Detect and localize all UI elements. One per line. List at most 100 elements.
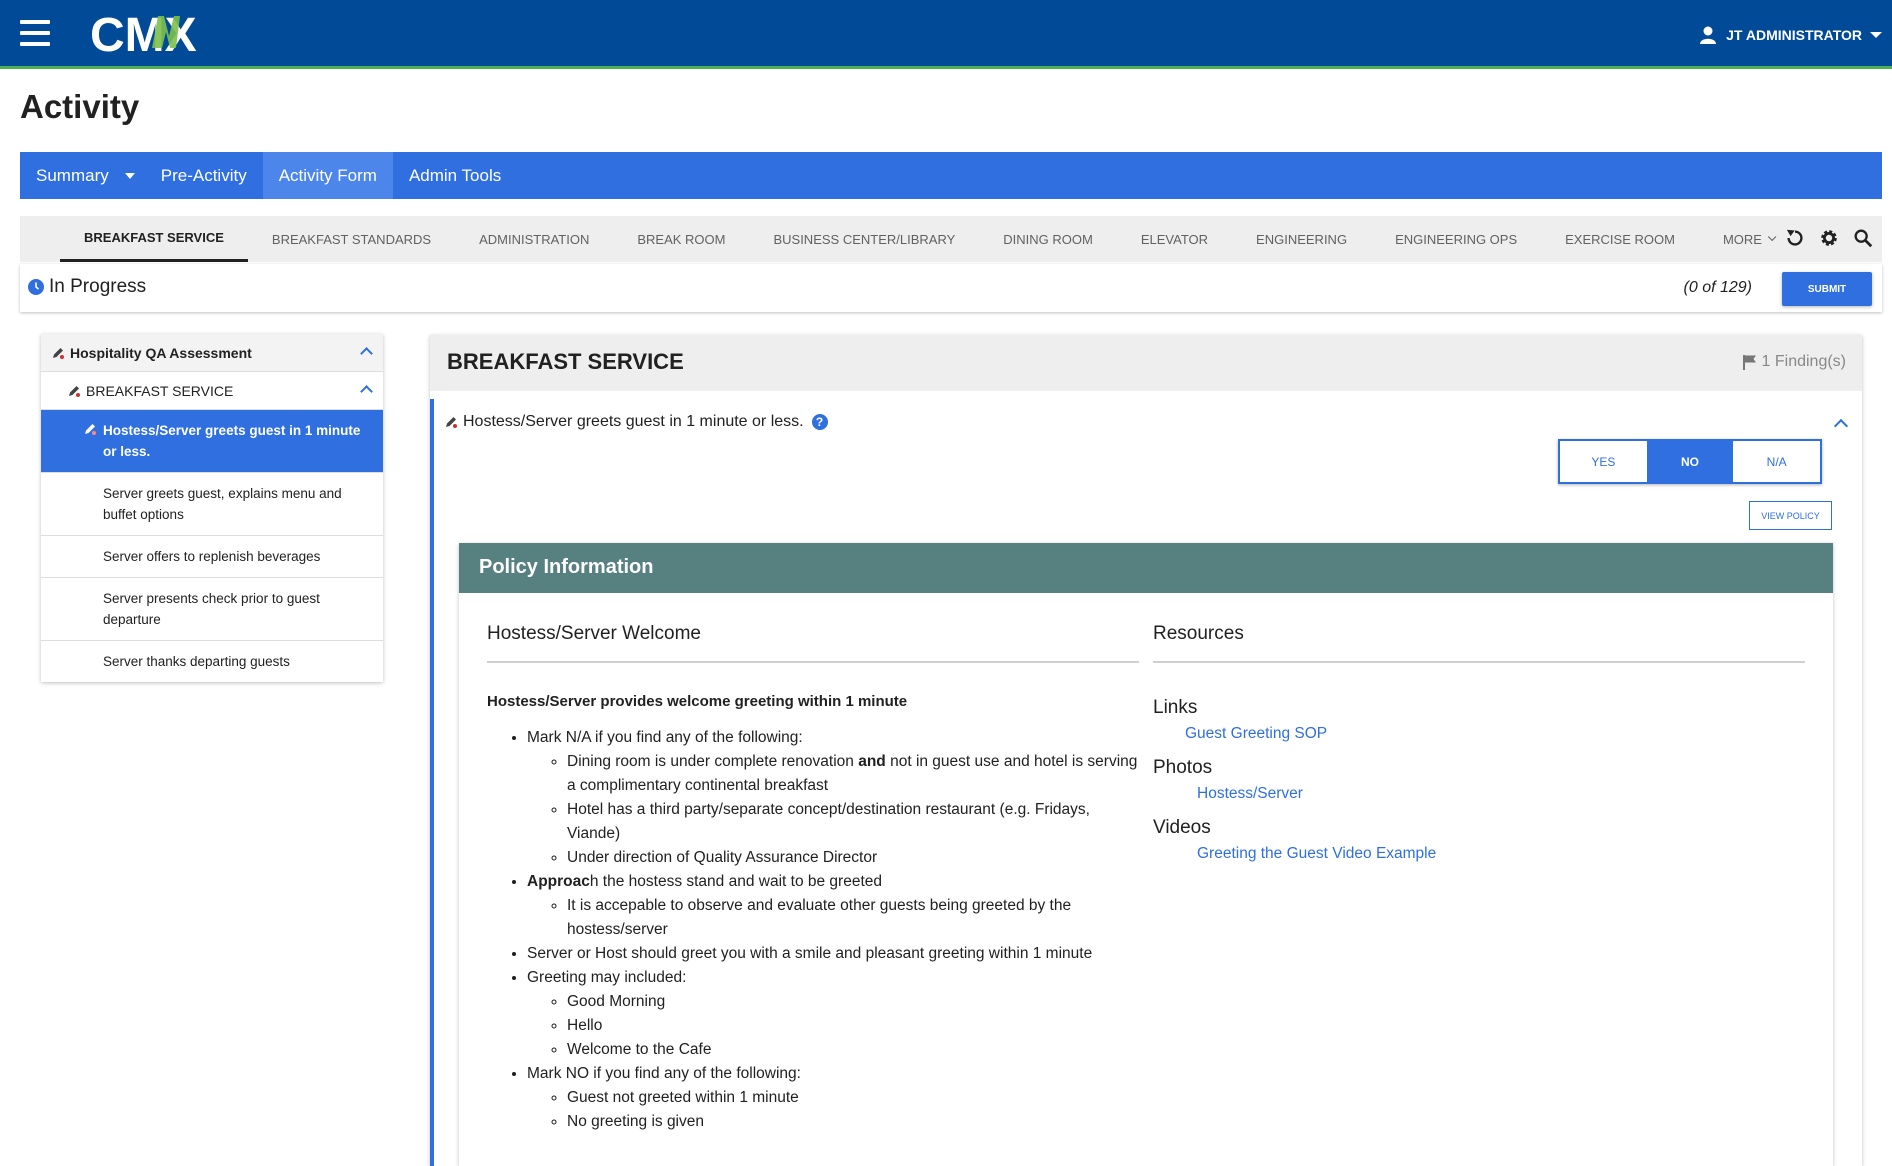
- chevron-up-icon[interactable]: [1833, 418, 1849, 434]
- panel-title: BREAKFAST SERVICE: [447, 349, 684, 374]
- top-header: CMX JT ADMINISTRATOR: [0, 0, 1892, 69]
- user-icon: [1700, 26, 1717, 44]
- tree-section[interactable]: BREAKFAST SERVICE: [41, 372, 383, 410]
- chevron-down-icon: [1870, 32, 1882, 38]
- nav-pre-activity[interactable]: Pre-Activity: [145, 152, 263, 199]
- list-item: Under direction of Quality Assurance Dir…: [567, 846, 1139, 870]
- svg-text:CMX: CMX: [90, 9, 197, 58]
- edit-pencil-icon: [53, 347, 64, 359]
- tree-item-server-explains-menu[interactable]: Server greets guest, explains menu and b…: [41, 473, 383, 536]
- list-item-text: Mark N/A if you find any of the followin…: [527, 729, 803, 746]
- edit-pencil-icon: [69, 385, 80, 397]
- list-item: Server or Host should greet you with a s…: [527, 942, 1139, 966]
- tab-dining-room[interactable]: DINING ROOM: [979, 216, 1117, 262]
- policy-list: Mark N/A if you find any of the followin…: [487, 726, 1139, 1134]
- tab-more-label: MORE: [1722, 231, 1762, 247]
- chevron-up-icon[interactable]: [360, 347, 373, 360]
- search-icon[interactable]: [1852, 227, 1874, 249]
- list-item: Approach the hostess stand and wait to b…: [527, 870, 1139, 942]
- tab-more[interactable]: MORE: [1699, 216, 1797, 262]
- tree-root[interactable]: Hospitality QA Assessment: [41, 334, 383, 372]
- nav-pre-activity-label: Pre-Activity: [160, 165, 247, 185]
- tab-tools: [1784, 227, 1874, 249]
- answer-no[interactable]: NO: [1646, 441, 1734, 482]
- policy-title: Hostess/Server Welcome: [487, 623, 1139, 663]
- link-photo-hostess-server[interactable]: Hostess/Server: [1153, 785, 1805, 803]
- nav-admin-tools[interactable]: Admin Tools: [393, 152, 517, 199]
- answer-toggle: YES NO N/A: [1558, 439, 1822, 484]
- nav-activity-form[interactable]: Activity Form: [262, 152, 393, 199]
- question-label: Hostess/Server greets guest in 1 minute …: [463, 413, 804, 430]
- tree-item-label: Server greets guest, explains menu and b…: [103, 486, 342, 522]
- list-item: Welcome to the Cafe: [567, 1038, 1139, 1062]
- page-title: Activity: [20, 88, 140, 125]
- answer-na[interactable]: N/A: [1733, 441, 1821, 482]
- gear-icon[interactable]: [1818, 227, 1840, 249]
- view-policy-button[interactable]: VIEW POLICY: [1749, 501, 1832, 530]
- answer-yes[interactable]: YES: [1560, 441, 1647, 482]
- tab-engineering[interactable]: ENGINEERING: [1232, 216, 1371, 262]
- tree-item-hostess-greets[interactable]: Hostess/Server greets guest in 1 minute …: [41, 410, 383, 473]
- chevron-down-icon: [1767, 232, 1777, 242]
- section-tabs: BREAKFAST SERVICE BREAKFAST STANDARDS AD…: [20, 216, 1882, 262]
- list-item: Mark NO if you find any of the following…: [527, 1062, 1139, 1134]
- cmx-logo: CMX: [90, 9, 197, 58]
- policy-lead: Hostess/Server provides welcome greeting…: [487, 693, 908, 710]
- tab-administration[interactable]: ADMINISTRATION: [455, 216, 613, 262]
- status-label: In Progress: [49, 276, 147, 297]
- menu-icon[interactable]: [20, 20, 50, 46]
- edit-pencil-icon: [85, 424, 96, 435]
- findings-count[interactable]: 1 Finding(s): [1742, 353, 1846, 371]
- policy-resources: Resources Links Guest Greeting SOP Photo…: [1153, 623, 1805, 863]
- list-item: No greeting is given: [567, 1110, 1139, 1134]
- panel-header: BREAKFAST SERVICE 1 Finding(s): [430, 335, 1862, 391]
- question-text: Hostess/Server greets guest in 1 minute …: [444, 413, 828, 431]
- status-indicator: In Progress: [28, 276, 146, 298]
- undo-icon[interactable]: [1784, 227, 1806, 249]
- tree-root-label: Hospitality QA Assessment: [70, 344, 252, 361]
- activity-nav: Summary Pre-Activity Activity Form Admin…: [20, 152, 1882, 199]
- tree-item-presents-check[interactable]: Server presents check prior to guest dep…: [41, 578, 383, 641]
- links-heading: Links: [1153, 697, 1198, 718]
- tree-item-label: Server presents check prior to guest dep…: [103, 591, 320, 627]
- list-item: Greeting may included: Good Morning Hell…: [527, 966, 1139, 1062]
- submit-button[interactable]: SUBMIT: [1782, 272, 1872, 306]
- user-menu[interactable]: JT ADMINISTRATOR: [1700, 22, 1882, 48]
- link-video-greeting-guest[interactable]: Greeting the Guest Video Example: [1153, 845, 1805, 863]
- tree-item-thanks-guests[interactable]: Server thanks departing guests: [41, 641, 383, 682]
- chevron-up-icon[interactable]: [360, 385, 373, 398]
- help-icon[interactable]: ?: [811, 414, 828, 430]
- tab-breakfast-service[interactable]: BREAKFAST SERVICE: [60, 216, 248, 262]
- videos-heading: Videos: [1153, 817, 1211, 838]
- summary-dropdown[interactable]: [124, 152, 145, 199]
- list-item: Hello: [567, 1014, 1139, 1038]
- list-item-emphasis: Approac: [527, 873, 590, 890]
- list-item-text: Greeting may included:: [527, 969, 687, 986]
- tab-engineering-ops[interactable]: ENGINEERING OPS: [1371, 216, 1541, 262]
- caret-down-icon: [124, 172, 135, 179]
- tree-item-replenish-beverages[interactable]: Server offers to replenish beverages: [41, 536, 383, 578]
- link-guest-greeting-sop[interactable]: Guest Greeting SOP: [1153, 725, 1805, 743]
- tab-exercise-room[interactable]: EXERCISE ROOM: [1541, 216, 1699, 262]
- list-item: Guest not greeted within 1 minute: [567, 1086, 1139, 1110]
- tab-business-center[interactable]: BUSINESS CENTER/LIBRARY: [749, 216, 979, 262]
- policy-card: Policy Information Hostess/Server Welcom…: [459, 543, 1833, 1166]
- tab-break-room[interactable]: BREAK ROOM: [613, 216, 749, 262]
- nav-summary[interactable]: Summary: [20, 152, 125, 199]
- resources-title: Resources: [1153, 623, 1805, 663]
- list-item-text: Dining room is under complete renovation: [567, 753, 859, 770]
- nav-summary-label: Summary: [36, 165, 109, 185]
- tab-breakfast-standards[interactable]: BREAKFAST STANDARDS: [248, 216, 455, 262]
- question-block: Hostess/Server greets guest in 1 minute …: [430, 399, 1862, 1166]
- tree-item-label: Hostess/Server greets guest in 1 minute …: [103, 423, 361, 459]
- policy-header: Policy Information: [459, 543, 1833, 593]
- list-item: Hotel has a third party/separate concept…: [567, 798, 1139, 846]
- tree-section-label: BREAKFAST SERVICE: [86, 382, 234, 399]
- list-item: Mark N/A if you find any of the followin…: [527, 726, 1139, 870]
- question-panel: BREAKFAST SERVICE 1 Finding(s) Hostess/S…: [430, 335, 1862, 1166]
- policy-details: Hostess/Server Welcome Hostess/Server pr…: [487, 623, 1139, 1134]
- tab-elevator[interactable]: ELEVATOR: [1117, 216, 1232, 262]
- flag-icon: [1742, 355, 1756, 370]
- status-bar: In Progress (0 of 129) SUBMIT: [20, 264, 1882, 312]
- edit-pencil-icon: [446, 417, 457, 428]
